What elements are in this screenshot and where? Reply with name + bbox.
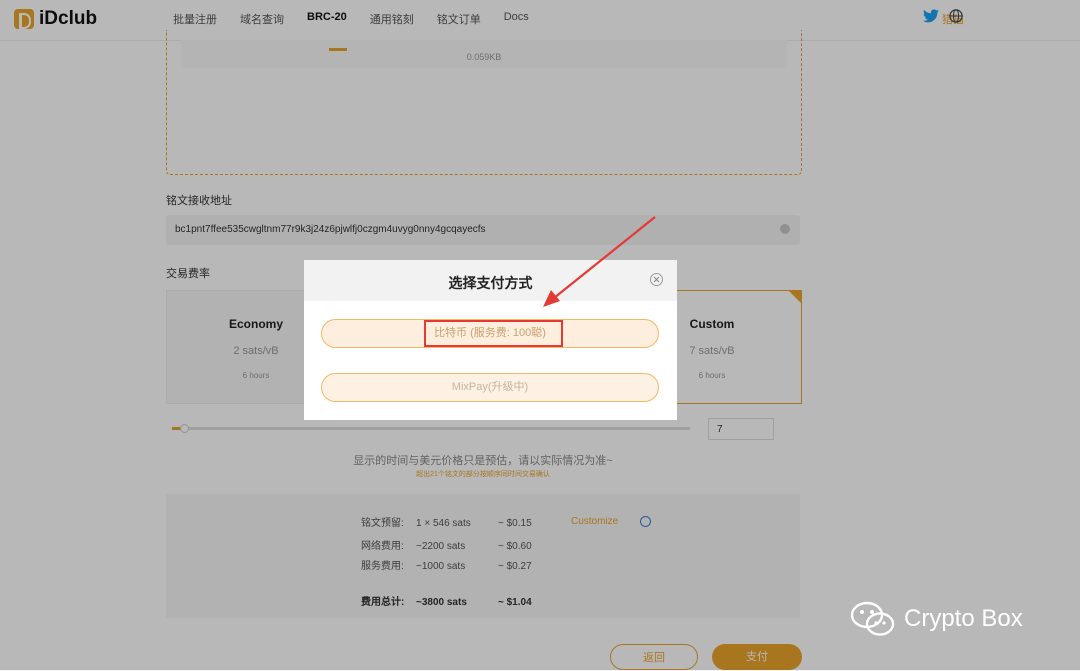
watermark-text: Crypto Box	[904, 605, 1023, 632]
watermark: Crypto Box	[850, 600, 1023, 638]
annotation-arrow-icon	[543, 216, 656, 307]
wechat-icon	[850, 601, 895, 636]
